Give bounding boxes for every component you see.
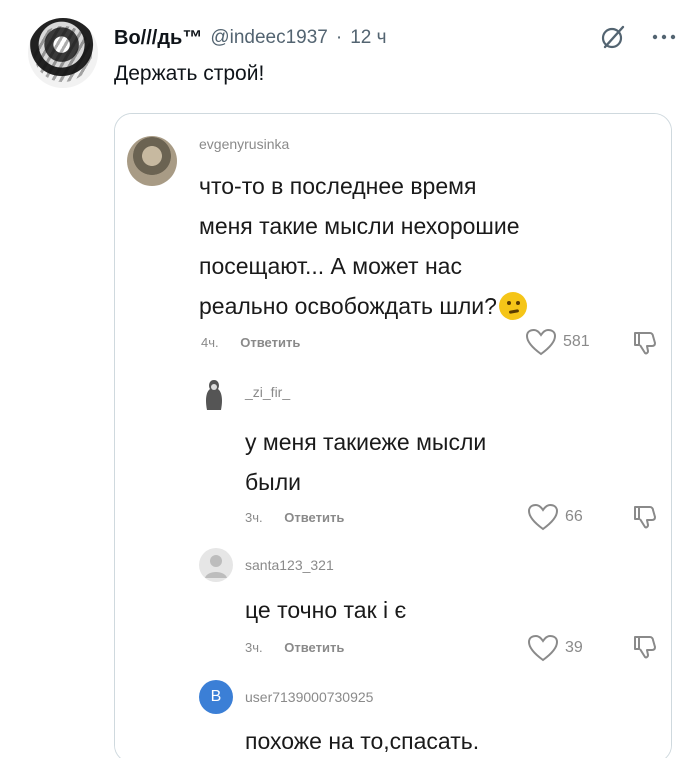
display-name[interactable]: Во///дь™ (114, 27, 202, 50)
comment-time: 3ч. (245, 510, 263, 525)
author-avatar[interactable] (28, 18, 98, 88)
comment-time: 4ч. (201, 335, 219, 350)
grok-icon[interactable] (598, 22, 628, 52)
like-button[interactable]: 581 (525, 328, 590, 356)
reply-button[interactable]: Ответить (284, 510, 344, 525)
more-icon[interactable] (652, 33, 676, 41)
like-count: 39 (565, 639, 583, 656)
comment-text: це точно так і є (245, 590, 406, 630)
like-button[interactable]: 66 (527, 503, 583, 531)
comment-username: evgenyrusinka (199, 136, 290, 152)
comment-line: це точно так і є (245, 597, 407, 623)
thumbs-down-icon (634, 332, 656, 355)
heart-outline-icon (527, 634, 559, 662)
comment-line: реально освобождать шли? (199, 286, 527, 326)
comment-meta: 4ч. Ответить (201, 335, 300, 350)
tweet-media-image[interactable]: evgenyrusinka что-то в последнее время м… (114, 113, 672, 758)
thumbs-down-icon (634, 636, 656, 659)
user-handle[interactable]: @indeec1937 (210, 27, 328, 49)
commenter-avatar (199, 378, 229, 412)
comment-line: меня такие мысли нехорошие (199, 213, 520, 239)
tweet-text: Держать строй! (114, 62, 265, 85)
comment-username: _zi_fir_ (245, 384, 291, 400)
comment-line: были (245, 469, 301, 495)
heart-outline-icon (527, 503, 559, 531)
like-count: 66 (565, 508, 583, 525)
tweet-time[interactable]: 12 ч (350, 27, 386, 49)
screenshot-of-comments: evgenyrusinka что-то в последнее время м… (115, 114, 671, 758)
dislike-button[interactable] (633, 504, 657, 535)
comment-text: похоже на то,спасать. (245, 721, 479, 758)
comment-meta: 3ч. Ответить (245, 510, 344, 525)
tweet: Во///дь™ @indeec1937 · 12 ч Держать стро… (0, 0, 700, 758)
commenter-avatar (127, 136, 177, 186)
comment-username: user7139000730925 (245, 689, 374, 705)
avatar-letter: B (210, 688, 222, 705)
dislike-button[interactable] (633, 330, 657, 361)
thumbs-down-icon (634, 506, 656, 529)
heart-outline-icon (525, 328, 557, 356)
comment-line: посещают... А может нас (199, 253, 462, 279)
comment-text: у меня такиеже мысли были (245, 422, 486, 502)
comment-meta: 3ч. Ответить (245, 640, 344, 655)
like-count: 581 (563, 333, 590, 350)
dislike-button[interactable] (633, 634, 657, 665)
comment-text: что-то в последнее время меня такие мысл… (199, 166, 527, 326)
tweet-header: Во///дь™ @indeec1937 · 12 ч (114, 24, 387, 52)
comment-line: похоже на то,спасать. (245, 728, 480, 754)
comment-line: что-то в последнее время (199, 173, 477, 199)
commenter-avatar: B (199, 680, 233, 714)
comment-time: 3ч. (245, 640, 263, 655)
like-button[interactable]: 39 (527, 634, 583, 662)
reply-button[interactable]: Ответить (240, 335, 300, 350)
thinking-face-icon (498, 292, 527, 320)
reply-button[interactable]: Ответить (284, 640, 344, 655)
header-actions (598, 22, 676, 52)
commenter-avatar (199, 548, 233, 582)
comment-line: у меня такиеже мысли (245, 429, 487, 455)
separator-dot: · (335, 27, 343, 48)
comment-username: santa123_321 (245, 557, 334, 573)
